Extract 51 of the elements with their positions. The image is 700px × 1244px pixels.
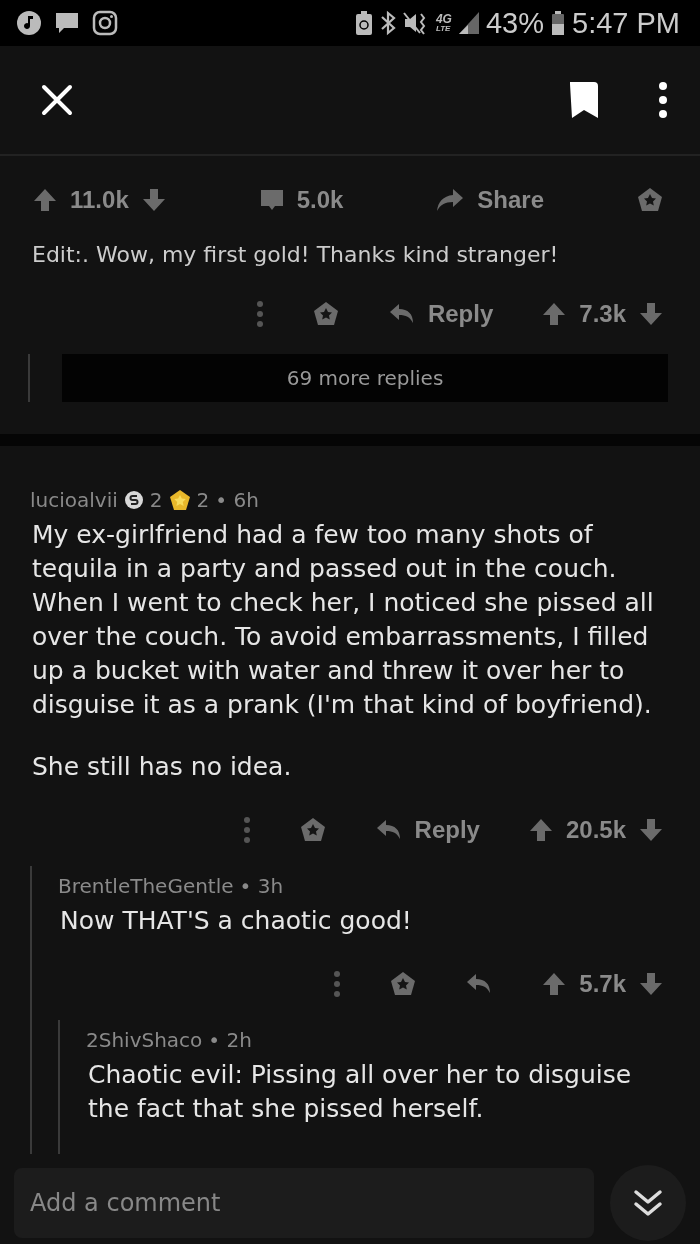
downvote-icon[interactable]	[140, 187, 167, 213]
award-icon[interactable]	[389, 970, 418, 998]
timestamp: • 2h	[208, 1028, 252, 1052]
downvote-icon[interactable]	[638, 301, 664, 327]
vote-count: 5.7k	[579, 970, 626, 998]
more-options-icon[interactable]	[255, 300, 264, 328]
menu-icon	[658, 80, 668, 120]
camera-icon	[92, 10, 118, 36]
battery-saver-icon	[354, 10, 373, 36]
vote-count: 11.0k	[70, 186, 129, 214]
comment-text: My ex-girlfriend had a few too many shots of tequila in a party and passed out in the couch. When I went to check her, I noticed she pissed all over the couch. To avoid embarrassments, I filled up a bucket with water and threw it over her to disguise it as a prank (I'm that kind of boyfriend).	[32, 519, 655, 721]
username[interactable]: 2ShivShaco	[86, 1028, 203, 1052]
comment-count: 5.0k	[296, 186, 344, 214]
more-options-icon[interactable]	[333, 970, 342, 998]
upvote-icon[interactable]	[541, 971, 568, 997]
username[interactable]: BrentleTheGentle	[58, 874, 234, 898]
bookmark-icon	[568, 80, 600, 120]
timestamp: • 6h	[215, 488, 259, 512]
more-options-icon[interactable]	[242, 816, 251, 844]
signal-icon	[458, 12, 479, 34]
comment-text: Edit:. Wow, my first gold! Thanks kind stranger!	[31, 244, 560, 266]
comment-input-field[interactable]: Add a comment	[14, 1168, 594, 1238]
share-button[interactable]: Share	[435, 186, 545, 214]
comment-text: Now THAT'S a chaotic good!	[60, 905, 413, 937]
upvote-icon[interactable]	[527, 817, 554, 843]
upvote-icon[interactable]	[541, 301, 568, 327]
award-icon[interactable]	[311, 300, 340, 328]
award-count: 2	[196, 488, 210, 512]
battery-icon	[551, 10, 565, 36]
battery-percent: 43%	[485, 6, 544, 40]
reply-button[interactable]: Reply	[387, 300, 494, 328]
more-replies-button[interactable]: 69 more replies	[62, 354, 668, 402]
comment-text: Chaotic evil: Pissing all over her to disguise the fact that she pissed herself.	[88, 1059, 633, 1125]
bluetooth-icon	[379, 10, 396, 36]
network-type: 4G LTE	[435, 13, 452, 33]
vote-count: 20.5k	[565, 816, 626, 844]
award-icon[interactable]	[298, 816, 327, 844]
music-icon	[16, 10, 42, 36]
upvote-icon[interactable]	[32, 187, 58, 213]
vote-count: 7.3k	[579, 300, 626, 328]
close-icon	[40, 83, 74, 117]
award-icon[interactable]	[635, 186, 664, 214]
downvote-icon[interactable]	[638, 971, 664, 997]
award-count: 2	[149, 488, 163, 512]
clock: 5:47 PM	[572, 6, 680, 40]
downvote-icon[interactable]	[638, 817, 664, 843]
username[interactable]: lucioalvii	[30, 488, 118, 512]
message-icon	[54, 10, 80, 36]
comment-text: She still has no idea.	[32, 751, 293, 783]
timestamp: • 3h	[239, 874, 284, 898]
reply-button[interactable]: Reply	[374, 816, 480, 844]
